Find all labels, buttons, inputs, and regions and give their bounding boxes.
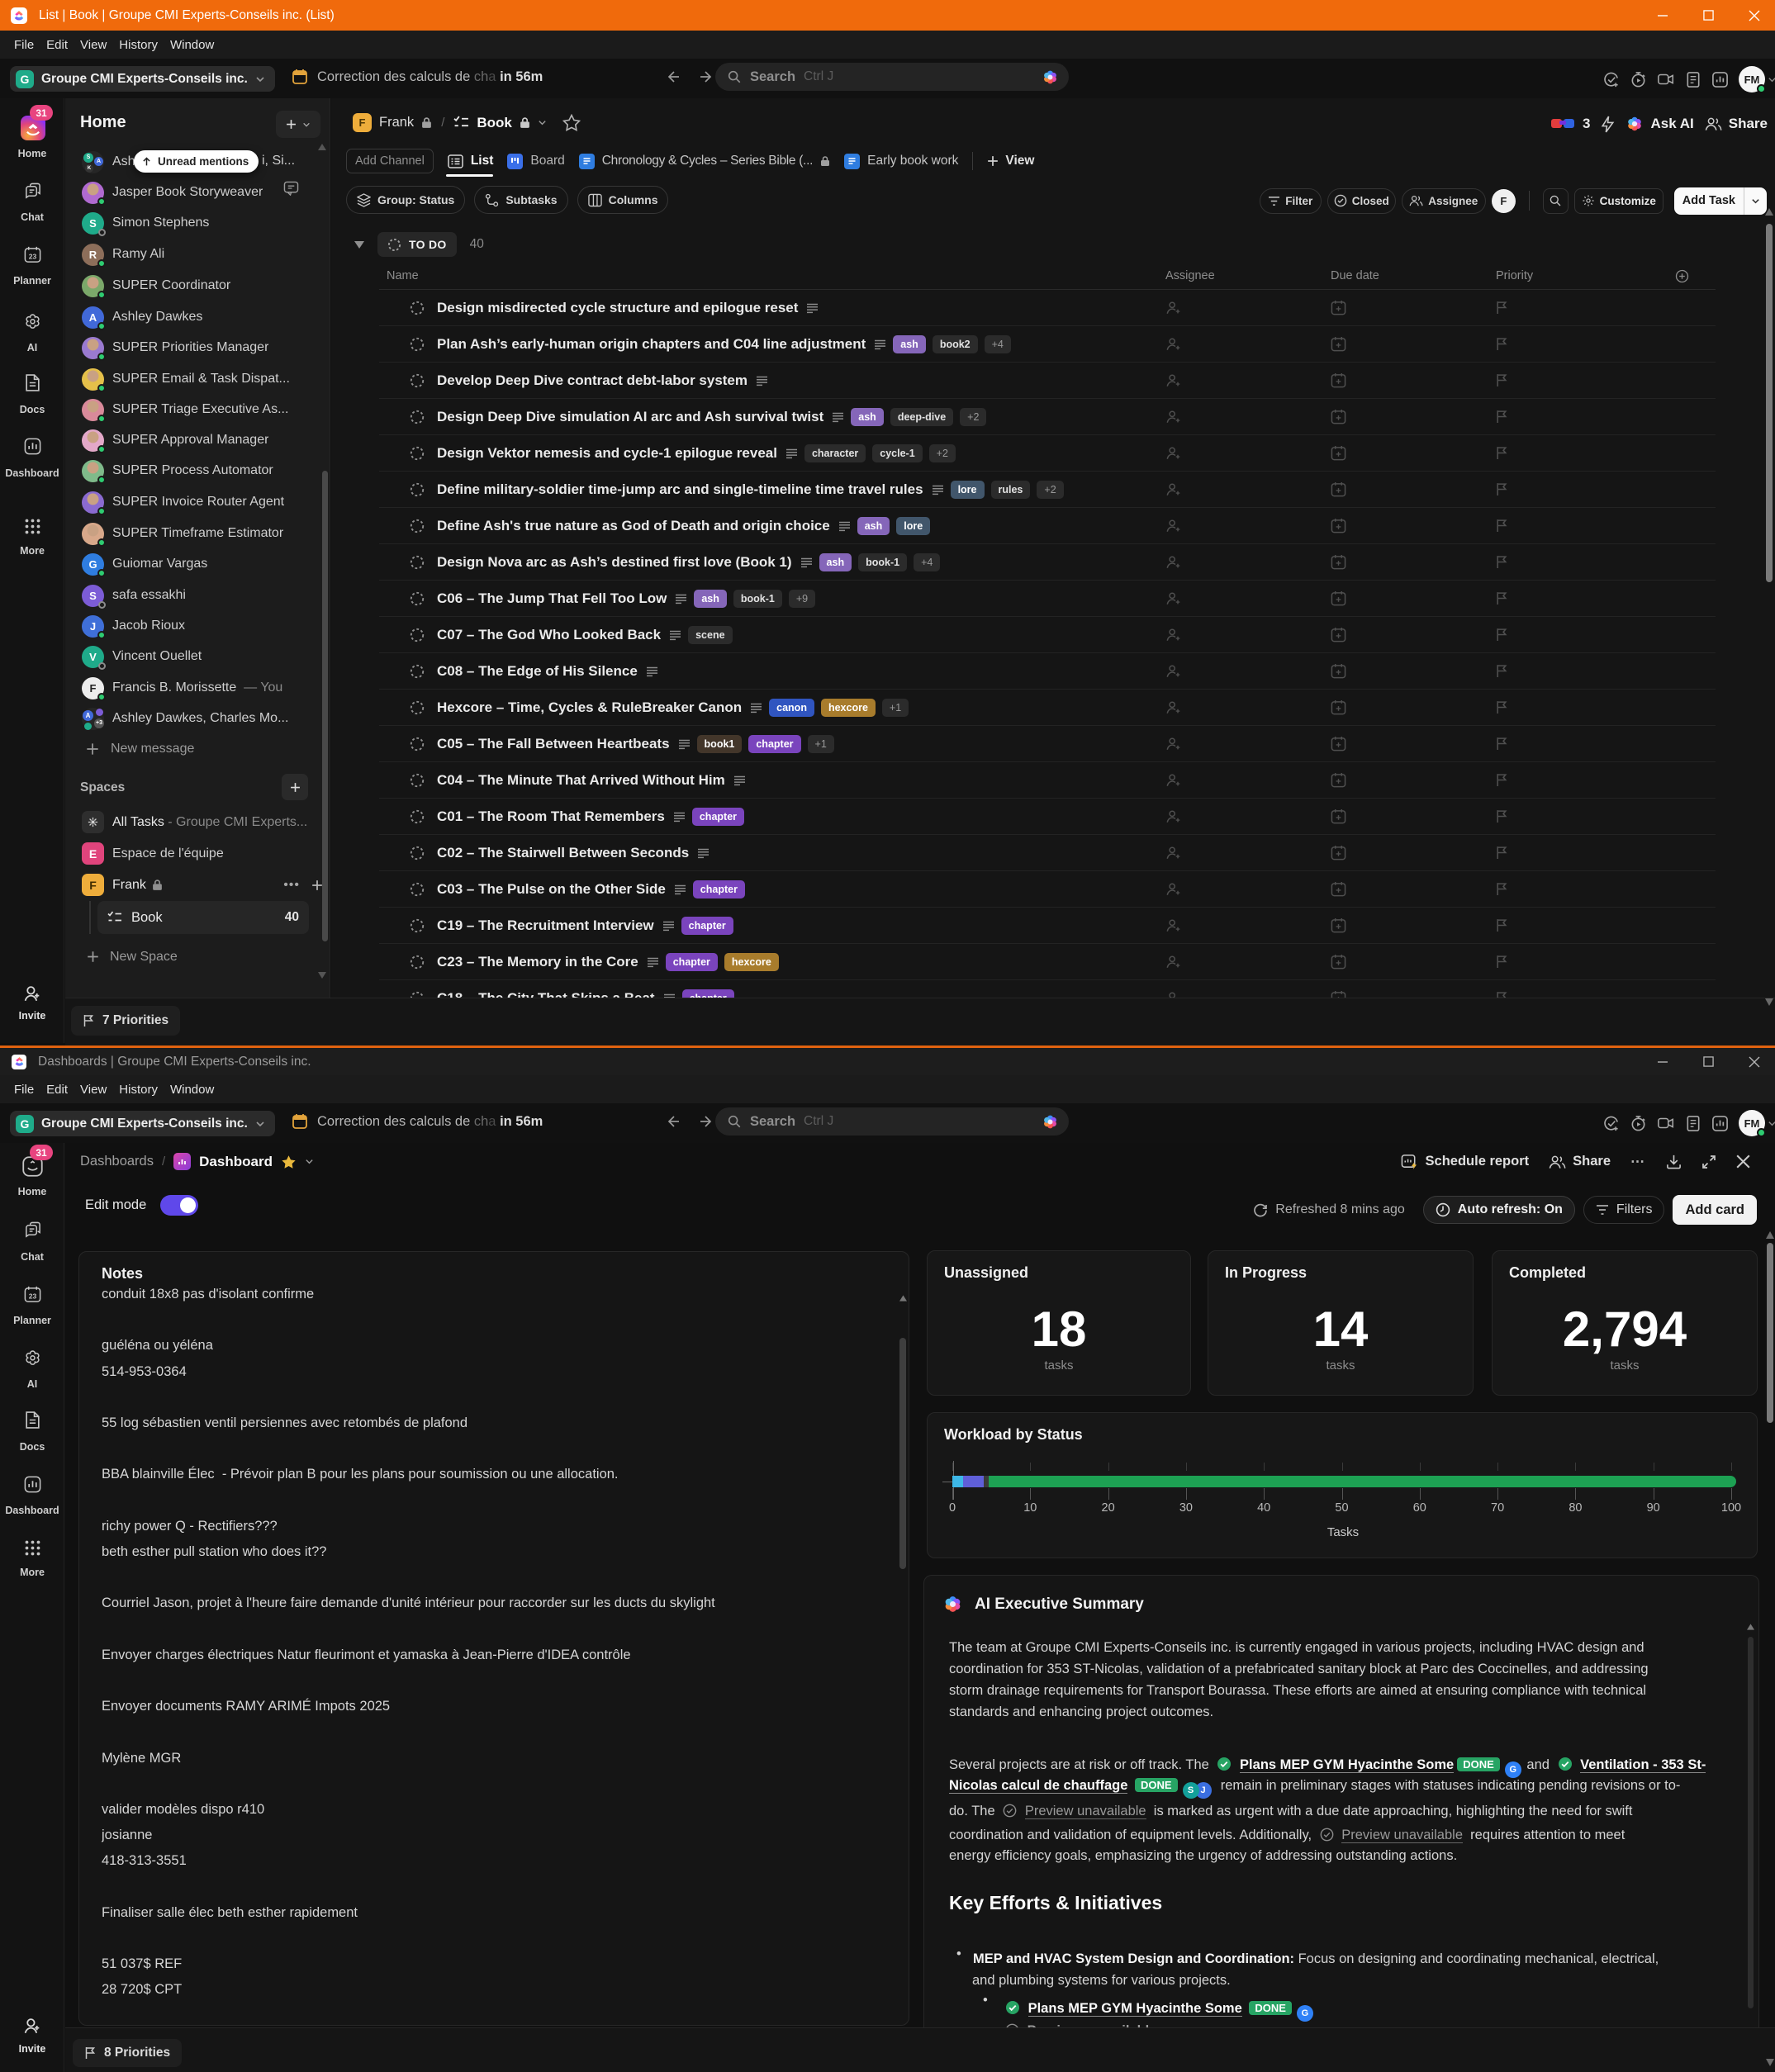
svg-text:23: 23	[29, 252, 37, 260]
svg-text:23: 23	[29, 1292, 37, 1300]
